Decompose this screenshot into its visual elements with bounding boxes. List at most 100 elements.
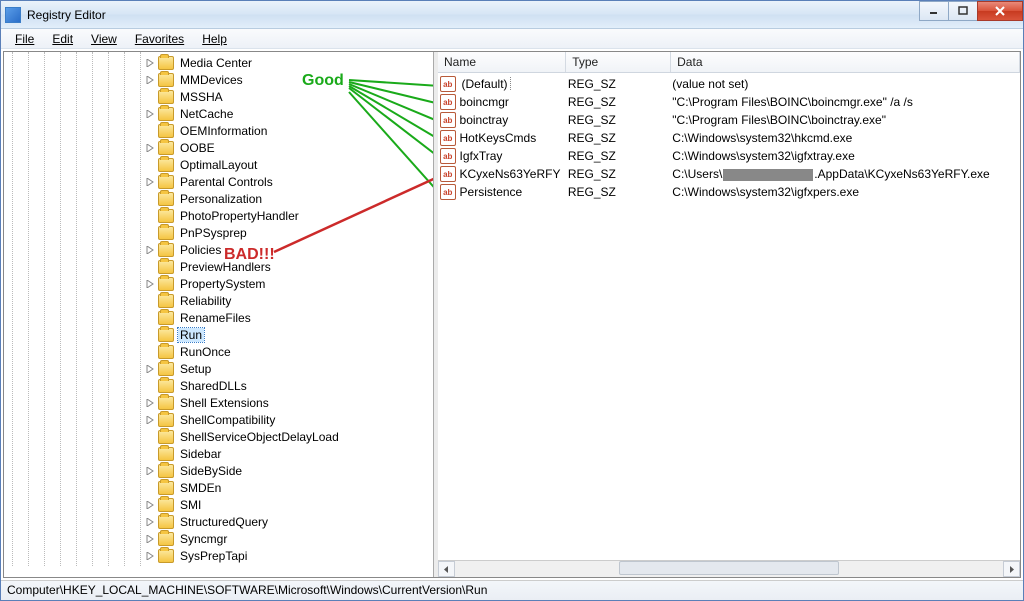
tree-item-label: Media Center <box>178 56 254 70</box>
tree-item[interactable]: StructuredQuery <box>6 513 433 530</box>
tree-item[interactable]: SideBySide <box>6 462 433 479</box>
scroll-track[interactable] <box>455 561 1003 577</box>
tree-item[interactable]: Personalization <box>6 190 433 207</box>
expand-icon[interactable] <box>144 176 156 188</box>
maximize-button[interactable] <box>948 1 978 21</box>
tree-item[interactable]: Syncmgr <box>6 530 433 547</box>
statusbar: Computer\HKEY_LOCAL_MACHINE\SOFTWARE\Mic… <box>1 580 1023 600</box>
tree-item[interactable]: PropertySystem <box>6 275 433 292</box>
value-type: REG_SZ <box>568 95 672 109</box>
tree-item[interactable]: Reliability <box>6 292 433 309</box>
value-name: boincmgr <box>460 95 568 109</box>
tree-item[interactable]: PhotoPropertyHandler <box>6 207 433 224</box>
tree-item[interactable]: MMDevices <box>6 71 433 88</box>
col-type[interactable]: Type <box>566 52 671 72</box>
tree-item[interactable]: SysPrepTapi <box>6 547 433 564</box>
tree-item-label: Syncmgr <box>178 532 229 546</box>
list-body[interactable]: ab(Default)REG_SZ(value not set)abboincm… <box>438 73 1020 203</box>
tree-item-label: Run <box>178 328 204 342</box>
registry-value-row[interactable]: abboinctrayREG_SZ"C:\Program Files\BOINC… <box>438 111 1020 129</box>
tree-item[interactable]: Sidebar <box>6 445 433 462</box>
folder-icon <box>158 481 174 495</box>
folder-icon <box>158 498 174 512</box>
col-data[interactable]: Data <box>671 52 1020 72</box>
registry-value-row[interactable]: abKCyxeNs63YeRFYREG_SZC:\Users\.AppData\… <box>438 165 1020 183</box>
expand-icon[interactable] <box>144 142 156 154</box>
menu-file[interactable]: File <box>7 30 42 48</box>
tree-item[interactable]: Setup <box>6 360 433 377</box>
tree-item-label: SideBySide <box>178 464 244 478</box>
registry-value-row[interactable]: abHotKeysCmdsREG_SZC:\Windows\system32\h… <box>438 129 1020 147</box>
titlebar[interactable]: Registry Editor <box>1 1 1023 29</box>
tree-item-label: SMI <box>178 498 203 512</box>
tree-item[interactable]: RenameFiles <box>6 309 433 326</box>
tree-item-label: PreviewHandlers <box>178 260 273 274</box>
tree-item[interactable]: OOBE <box>6 139 433 156</box>
scroll-right-button[interactable] <box>1003 561 1020 577</box>
no-expand-icon <box>144 312 156 324</box>
expand-icon[interactable] <box>144 465 156 477</box>
scroll-left-button[interactable] <box>438 561 455 577</box>
tree-item[interactable]: SMI <box>6 496 433 513</box>
registry-value-row[interactable]: abPersistenceREG_SZC:\Windows\system32\i… <box>438 183 1020 201</box>
tree-item[interactable]: OptimalLayout <box>6 156 433 173</box>
tree[interactable]: Media CenterMMDevicesMSSHANetCacheOEMInf… <box>4 52 433 566</box>
tree-item[interactable]: OEMInformation <box>6 122 433 139</box>
scroll-thumb[interactable] <box>619 561 838 575</box>
no-expand-icon <box>144 329 156 341</box>
expand-icon[interactable] <box>144 499 156 511</box>
expand-icon[interactable] <box>144 108 156 120</box>
value-type: REG_SZ <box>568 149 672 163</box>
tree-item[interactable]: Policies <box>6 241 433 258</box>
registry-value-row[interactable]: abIgfxTrayREG_SZC:\Windows\system32\igfx… <box>438 147 1020 165</box>
registry-value-row[interactable]: abboincmgrREG_SZ"C:\Program Files\BOINC\… <box>438 93 1020 111</box>
tree-item[interactable]: RunOnce <box>6 343 433 360</box>
expand-icon[interactable] <box>144 550 156 562</box>
expand-icon[interactable] <box>144 363 156 375</box>
close-button[interactable] <box>977 1 1023 21</box>
tree-item[interactable]: Media Center <box>6 54 433 71</box>
menu-edit[interactable]: Edit <box>44 30 81 48</box>
value-name: boinctray <box>460 113 568 127</box>
col-name[interactable]: Name <box>438 52 566 72</box>
expand-icon[interactable] <box>144 414 156 426</box>
tree-item[interactable]: Run <box>6 326 433 343</box>
expand-icon[interactable] <box>144 57 156 69</box>
string-value-icon: ab <box>440 112 456 128</box>
expand-icon[interactable] <box>144 278 156 290</box>
tree-item[interactable]: MSSHA <box>6 88 433 105</box>
expand-icon[interactable] <box>144 244 156 256</box>
menu-help[interactable]: Help <box>194 30 235 48</box>
value-type: REG_SZ <box>568 167 672 181</box>
tree-pane[interactable]: Media CenterMMDevicesMSSHANetCacheOEMInf… <box>4 52 434 577</box>
tree-item[interactable]: ShellCompatibility <box>6 411 433 428</box>
string-value-icon: ab <box>440 166 456 182</box>
tree-item-label: OptimalLayout <box>178 158 259 172</box>
minimize-button[interactable] <box>919 1 949 21</box>
value-name: KCyxeNs63YeRFY <box>460 167 568 181</box>
tree-item[interactable]: SMDEn <box>6 479 433 496</box>
folder-icon <box>158 56 174 70</box>
tree-item[interactable]: Parental Controls <box>6 173 433 190</box>
tree-item-label: ShellCompatibility <box>178 413 277 427</box>
tree-item[interactable]: PnPSysprep <box>6 224 433 241</box>
no-expand-icon <box>144 210 156 222</box>
tree-item-label: Parental Controls <box>178 175 275 189</box>
list-pane[interactable]: Name Type Data ab(Default)REG_SZ(value n… <box>438 52 1020 577</box>
expand-icon[interactable] <box>144 516 156 528</box>
expand-icon[interactable] <box>144 533 156 545</box>
tree-item[interactable]: SharedDLLs <box>6 377 433 394</box>
menu-favorites[interactable]: Favorites <box>127 30 192 48</box>
menu-view[interactable]: View <box>83 30 125 48</box>
expand-icon[interactable] <box>144 74 156 86</box>
tree-item-label: PropertySystem <box>178 277 267 291</box>
tree-item[interactable]: PreviewHandlers <box>6 258 433 275</box>
folder-icon <box>158 141 174 155</box>
list-header[interactable]: Name Type Data <box>438 52 1020 73</box>
tree-item[interactable]: NetCache <box>6 105 433 122</box>
tree-item[interactable]: Shell Extensions <box>6 394 433 411</box>
horizontal-scrollbar[interactable] <box>438 560 1020 577</box>
tree-item[interactable]: ShellServiceObjectDelayLoad <box>6 428 433 445</box>
registry-value-row[interactable]: ab(Default)REG_SZ(value not set) <box>438 75 1020 93</box>
expand-icon[interactable] <box>144 397 156 409</box>
